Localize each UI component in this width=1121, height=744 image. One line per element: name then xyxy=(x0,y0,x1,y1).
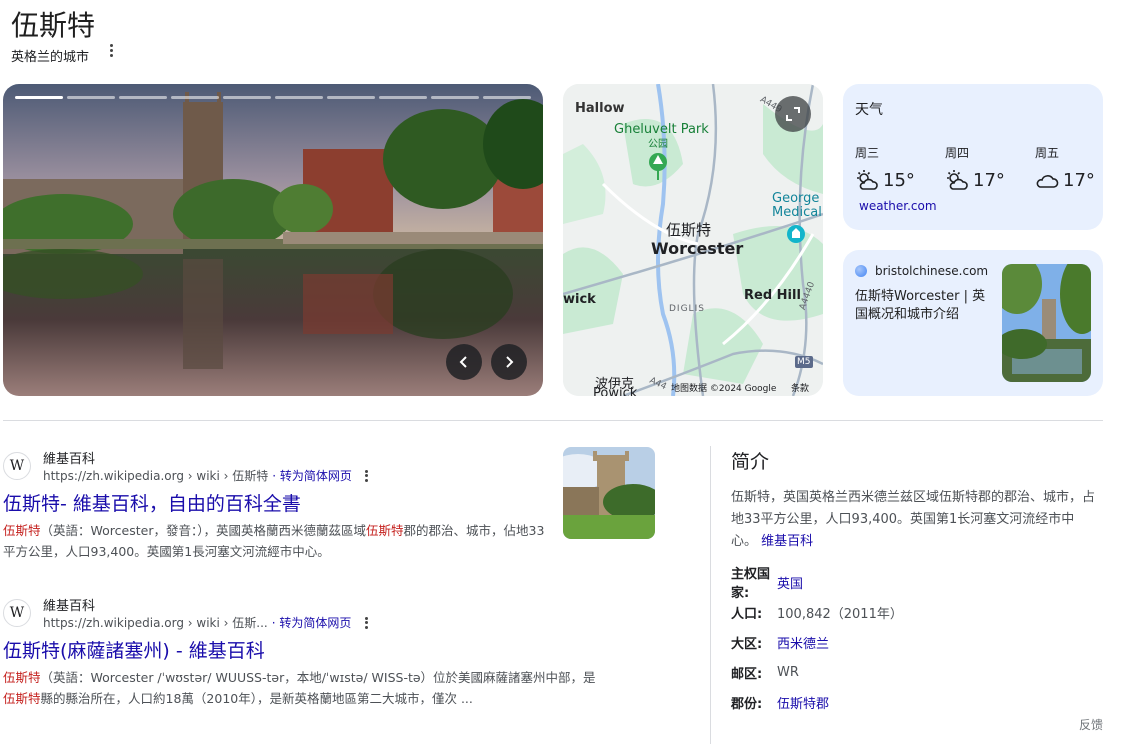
weather-day-label: 周四 xyxy=(945,146,970,160)
weather-temp: 15° xyxy=(883,169,915,191)
snippet-text: （英語：Worcester /ˈwʊstər/ WUUSS-tər，本地/ˈwɪ… xyxy=(40,670,596,685)
map-label-diglis: DIGLIS xyxy=(669,304,705,314)
partly-cloudy-icon xyxy=(857,170,878,190)
fact-value[interactable]: 英国 xyxy=(777,573,803,592)
fact-key: 邮区: xyxy=(731,666,763,682)
result-url[interactable]: https://zh.wikipedia.org › wiki › 伍斯... xyxy=(43,614,268,631)
weather-day-label: 周五 xyxy=(1035,146,1060,160)
fact-key: 主权国家: xyxy=(731,567,771,601)
knowledge-panel-facts: 主权国家: 英国 人口: 100,842（2011年） 大区: 西米德兰 邮区:… xyxy=(731,567,903,717)
photo-carousel[interactable] xyxy=(3,84,543,396)
weather-day-1: 周三 15° xyxy=(855,144,925,191)
fact-value[interactable]: 伍斯特郡 xyxy=(777,693,829,712)
section-divider xyxy=(3,420,1103,421)
snippet-highlight: 伍斯特 xyxy=(3,523,41,538)
carousel-next-button[interactable] xyxy=(491,344,527,380)
map-label-m5: M5 xyxy=(797,357,811,367)
map-label-wick: wick xyxy=(563,292,596,307)
carousel-progress-segment xyxy=(119,96,167,99)
cloudy-icon xyxy=(1036,175,1059,188)
knowledge-panel-description: 伍斯特，英国英格兰西米德兰兹区域伍斯特郡的郡治、城市，占地33平方公里，人口93… xyxy=(731,487,1096,553)
weather-card[interactable]: 天气 周三 15° 周四 17° 周五 17° weather.com xyxy=(843,84,1103,230)
page-title: 伍斯特 xyxy=(11,9,96,42)
result-thumbnail[interactable] xyxy=(563,447,655,539)
result-site-name: 維基百科 xyxy=(43,599,96,614)
result-snippet: 伍斯特（英語：Worcester /ˈwʊstər/ WUUSS-tər，本地/… xyxy=(3,667,603,709)
snippet-highlight: 伍斯特 xyxy=(3,691,41,706)
fact-row: 主权国家: 英国 xyxy=(731,567,903,601)
result-snippet: 伍斯特（英語：Worcester，發音：），英國英格蘭西米德蘭茲區域伍斯特郡的郡… xyxy=(3,520,548,562)
fact-key: 人口: xyxy=(731,606,763,622)
carousel-progress-segment xyxy=(15,96,63,99)
carousel-progress-segment xyxy=(483,96,531,99)
map-terms-link[interactable]: 条款 xyxy=(791,381,809,394)
result-title-link[interactable]: 伍斯特- 維基百科，自由的百科全書 xyxy=(3,489,301,516)
map-label-city: Worcester xyxy=(651,239,744,258)
carousel-progress xyxy=(15,96,531,99)
fact-row: 郡份: 伍斯特郡 xyxy=(731,687,903,717)
weather-title: 天气 xyxy=(855,102,883,118)
snippet-text: （英語：Worcester，發音：），英國英格蘭西米德蘭茲區域 xyxy=(40,523,366,538)
fact-row: 大区: 西米德兰 xyxy=(731,627,903,657)
map-preview[interactable]: Hallow Gheluvelt Park 公园 伍斯特 Worcester G… xyxy=(563,84,823,396)
carousel-progress-segment xyxy=(171,96,219,99)
fact-value[interactable]: 西米德兰 xyxy=(777,633,829,652)
snippet-text: 縣的縣治所在，人口約18萬（2010年），是新英格蘭地區第二大城市，僅次 ... xyxy=(40,691,473,706)
weather-temp: 17° xyxy=(973,169,1005,191)
translate-link[interactable]: · 转为简体网页 xyxy=(272,467,352,484)
weather-source-link[interactable]: weather.com xyxy=(859,199,937,213)
fact-row: 邮区: WR xyxy=(731,657,903,687)
carousel-progress-segment xyxy=(67,96,115,99)
fact-value: 100,842（2011年） xyxy=(777,606,903,622)
snippet-highlight: 伍斯特 xyxy=(365,523,404,538)
chevron-right-icon xyxy=(506,356,514,368)
fact-value: WR xyxy=(777,664,799,680)
map-attribution: 地图数据 ©2024 Google xyxy=(671,384,777,394)
result-title-link[interactable]: 伍斯特(麻薩諸塞州) - 維基百科 xyxy=(3,636,265,663)
snippet-highlight: 伍斯特 xyxy=(3,670,41,685)
chevron-left-icon xyxy=(459,356,467,368)
feedback-link[interactable]: 反馈 xyxy=(1079,716,1103,733)
carousel-progress-segment xyxy=(223,96,271,99)
weather-day-2: 周四 17° xyxy=(945,144,1015,191)
wikipedia-icon: W xyxy=(3,452,31,480)
map-expand-button[interactable] xyxy=(775,96,811,132)
article-thumbnail xyxy=(1002,264,1091,382)
map-label-powick: Powick xyxy=(593,386,638,396)
page-subtitle: 英格兰的城市 xyxy=(11,50,90,65)
article-title: 伍斯特Worcester | 英国概况和城市介绍 xyxy=(855,289,986,322)
carousel-progress-segment xyxy=(327,96,375,99)
weather-temp: 17° xyxy=(1063,169,1095,191)
more-options-icon[interactable] xyxy=(104,42,118,60)
fact-row: 人口: 100,842（2011年） xyxy=(731,597,903,627)
carousel-progress-segment xyxy=(275,96,323,99)
result-site-name: 維基百科 xyxy=(43,452,96,467)
carousel-progress-segment xyxy=(379,96,427,99)
globe-icon xyxy=(855,265,867,277)
article-card[interactable]: bristolchinese.com 伍斯特Worcester | 英国概况和城… xyxy=(843,250,1103,396)
carousel-prev-button[interactable] xyxy=(446,344,482,380)
column-divider xyxy=(710,446,711,744)
fact-key: 大区: xyxy=(731,636,763,652)
result-url[interactable]: https://zh.wikipedia.org › wiki › 伍斯特 xyxy=(43,467,268,484)
map-label-redhill: Red Hill xyxy=(744,288,801,303)
more-options-icon[interactable] xyxy=(361,615,371,630)
carousel-progress-segment xyxy=(431,96,479,99)
knowledge-panel-title: 简介 xyxy=(731,451,770,473)
map-label-medical: Medical xyxy=(772,205,822,220)
more-options-icon[interactable] xyxy=(362,468,372,483)
description-source-link[interactable]: 维基百科 xyxy=(761,534,813,549)
weather-day-3: 周五 17° xyxy=(1035,144,1105,191)
map-label-hallow: Hallow xyxy=(575,101,625,116)
partly-cloudy-icon xyxy=(947,170,968,190)
map-label-park-cn: 公园 xyxy=(648,139,668,150)
weather-day-label: 周三 xyxy=(855,146,880,160)
map-label-george: George I xyxy=(772,191,823,206)
translate-link[interactable]: · 转为简体网页 xyxy=(272,614,352,631)
map-label-city-cn: 伍斯特 xyxy=(666,221,712,239)
expand-icon xyxy=(786,107,800,121)
fact-key: 郡份: xyxy=(731,696,763,712)
wikipedia-icon: W xyxy=(3,599,31,627)
article-source: bristolchinese.com xyxy=(875,264,989,278)
